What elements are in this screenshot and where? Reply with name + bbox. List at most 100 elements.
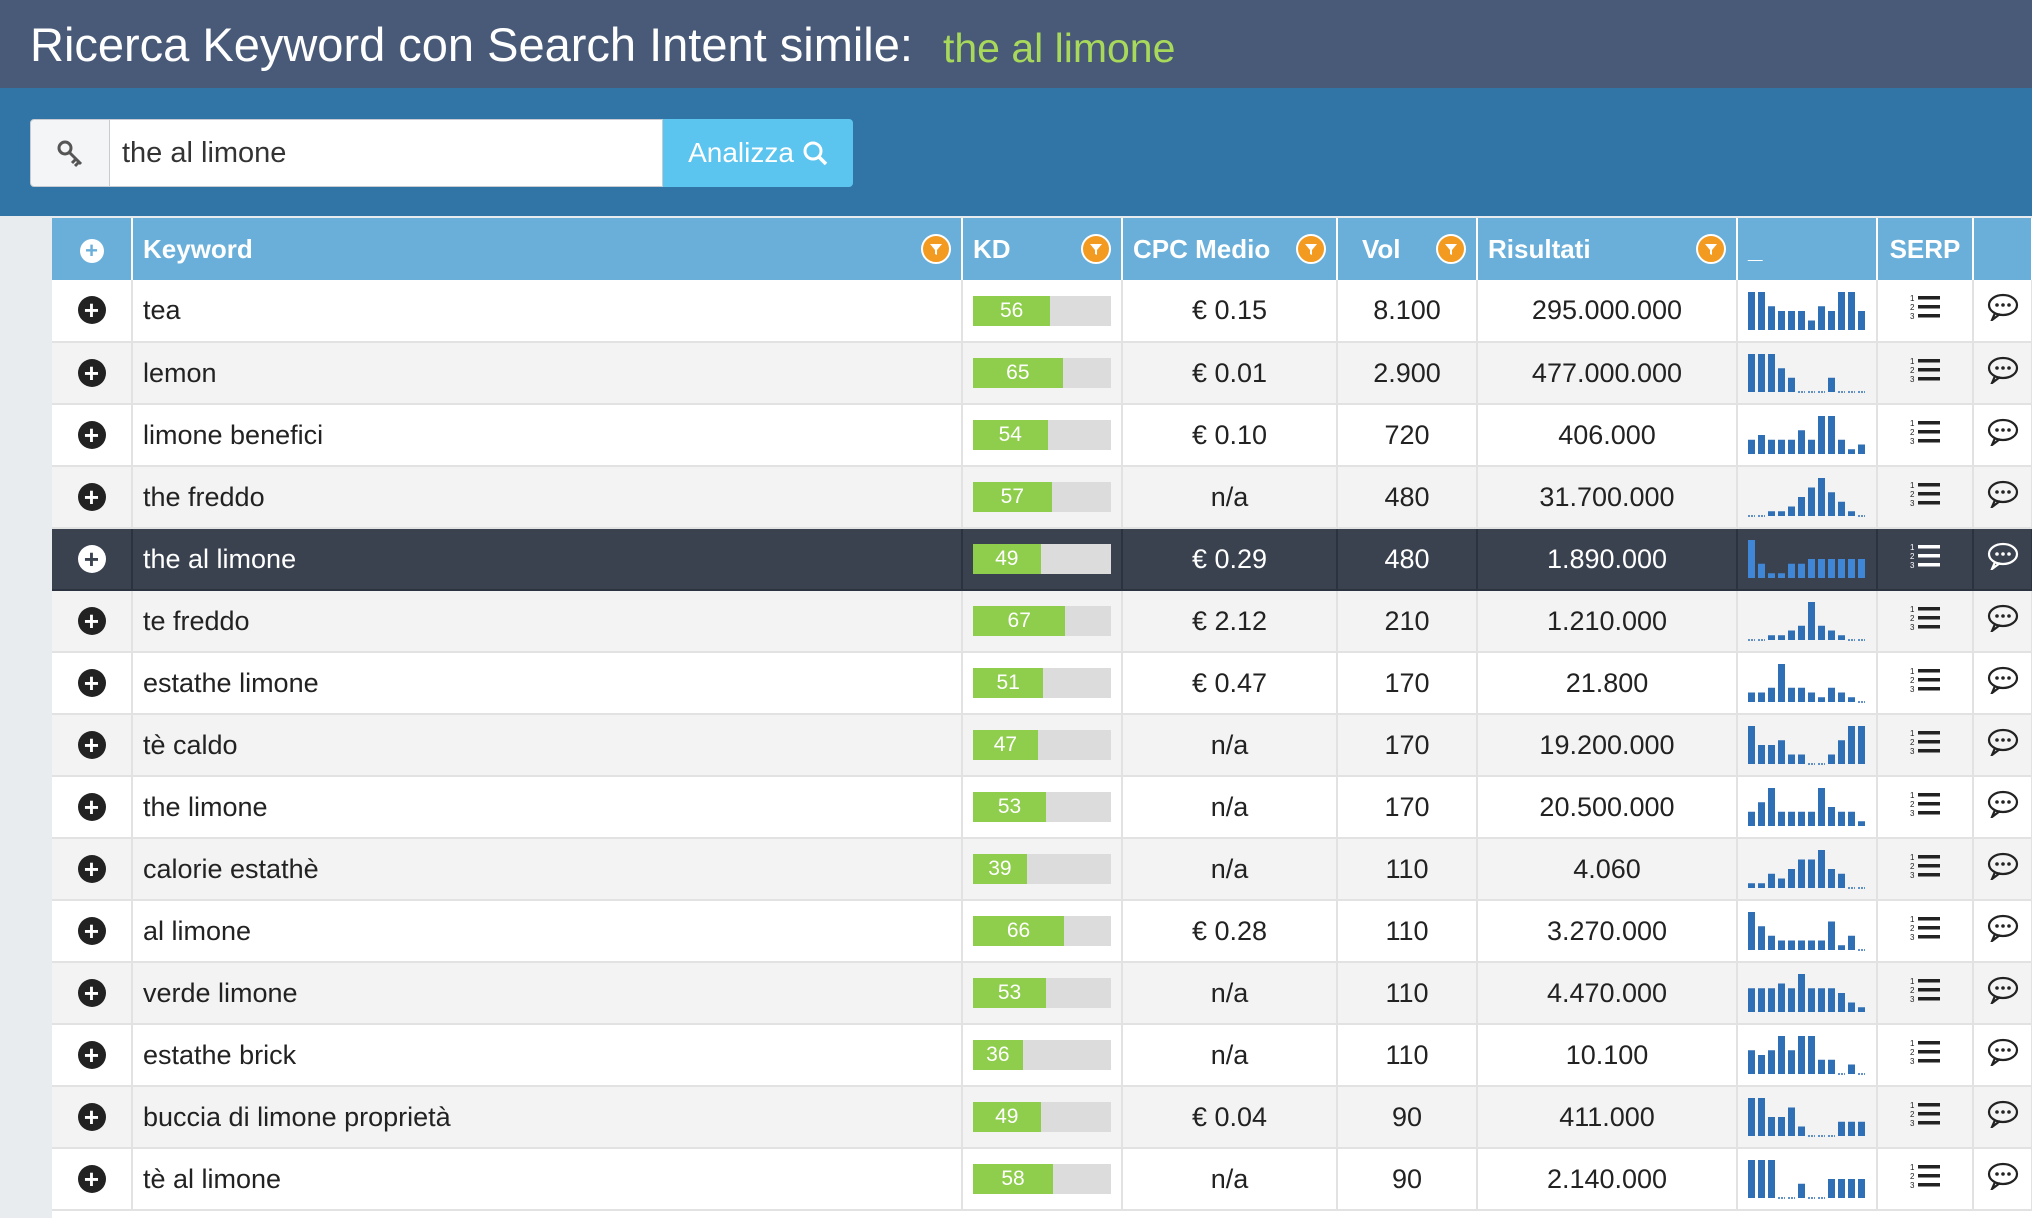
keyword-cell[interactable]: verde limone	[132, 962, 963, 1025]
comment-icon[interactable]	[1987, 666, 2019, 694]
add-keyword-icon[interactable]: +	[77, 854, 106, 883]
serp-list-icon[interactable]: 123	[1909, 665, 1941, 695]
trend-bar	[1808, 692, 1815, 702]
keyword-cell[interactable]: the limone	[132, 776, 963, 839]
serp-list-icon[interactable]: 123	[1909, 1037, 1941, 1067]
filter-icon[interactable]	[921, 234, 951, 264]
table-row[interactable]: + estathe brick 36 n/a 110 10.100 1 2 3	[52, 1024, 2032, 1087]
column-header-vol[interactable]: Vol	[1337, 218, 1478, 280]
trend-bar	[1758, 291, 1765, 330]
table-row[interactable]: + the freddo 57 n/a 480 31.700.000 1 2 3	[52, 466, 2032, 529]
serp-list-icon[interactable]: 123	[1909, 417, 1941, 447]
table-row[interactable]: + the al limone 49 € 0.29 480 1.890.000 1 2 3	[52, 528, 2032, 591]
trend-sparkline	[1748, 1160, 1865, 1199]
add-keyword-icon[interactable]: +	[77, 668, 106, 697]
add-keyword-icon[interactable]: +	[77, 606, 106, 635]
trend-bar	[1858, 726, 1865, 764]
comment-icon[interactable]	[1987, 976, 2019, 1004]
add-all-icon[interactable]: +	[79, 238, 104, 263]
table-row[interactable]: + tè caldo 47 n/a 170 19.200.000 1 2 3	[52, 714, 2032, 777]
keyword-cell[interactable]: lemon	[132, 342, 963, 405]
comment-icon[interactable]	[1987, 293, 2019, 321]
keyword-cell[interactable]: tè al limone	[132, 1148, 963, 1211]
keyword-cell[interactable]: al limone	[132, 900, 963, 963]
comment-icon[interactable]	[1987, 1038, 2019, 1066]
serp-list-icon[interactable]: 123	[1909, 975, 1941, 1005]
comment-icon[interactable]	[1987, 480, 2019, 508]
add-keyword-icon[interactable]: +	[77, 482, 106, 511]
add-keyword-icon[interactable]: +	[77, 792, 106, 821]
keyword-cell[interactable]: estathe brick	[132, 1024, 963, 1087]
serp-list-icon[interactable]: 123	[1909, 355, 1941, 385]
serp-list-icon[interactable]: 123	[1909, 479, 1941, 509]
column-header-keyword[interactable]: Keyword	[132, 218, 963, 280]
keyword-cell[interactable]: tea	[132, 280, 963, 343]
serp-list-icon[interactable]: 123	[1909, 727, 1941, 757]
keyword-cell[interactable]: limone benefici	[132, 404, 963, 467]
comment-icon[interactable]	[1987, 418, 2019, 446]
add-keyword-icon[interactable]: +	[77, 296, 106, 324]
keyword-cell[interactable]: the freddo	[132, 466, 963, 529]
add-keyword-icon[interactable]: +	[77, 978, 106, 1007]
table-row[interactable]: + tè al limone 58 n/a 90 2.140.000 1 2 3	[52, 1148, 2032, 1211]
add-keyword-icon[interactable]: +	[77, 916, 106, 945]
add-keyword-icon[interactable]: +	[77, 544, 106, 573]
keyword-cell[interactable]: calorie estathè	[132, 838, 963, 901]
keyword-cell[interactable]: the al limone	[132, 528, 963, 591]
serp-list-icon[interactable]: 123	[1909, 851, 1941, 881]
keyword-cell[interactable]: te freddo	[132, 590, 963, 653]
table-row[interactable]: + estathe limone 51 € 0.47 170 21.800 1 2 3	[52, 652, 2032, 715]
serp-list-icon[interactable]: 123	[1909, 541, 1941, 571]
add-all-header[interactable]: +	[52, 218, 133, 280]
search-input[interactable]	[110, 119, 663, 187]
comment-icon[interactable]	[1987, 790, 2019, 818]
keyword-cell[interactable]: tè caldo	[132, 714, 963, 777]
add-keyword-icon[interactable]: +	[77, 730, 106, 759]
analyze-button[interactable]: Analizza	[663, 119, 853, 187]
serp-list-icon[interactable]: 123	[1909, 603, 1941, 633]
add-keyword-icon[interactable]: +	[77, 1102, 106, 1131]
add-keyword-icon[interactable]: +	[77, 358, 106, 387]
comment-icon[interactable]	[1987, 542, 2019, 570]
key-icon[interactable]	[30, 119, 110, 187]
filter-icon[interactable]	[1296, 234, 1326, 264]
filter-icon[interactable]	[1436, 234, 1466, 264]
serp-list-icon[interactable]: 123	[1909, 1099, 1941, 1129]
comment-icon[interactable]	[1987, 914, 2019, 942]
kd-bar: 67	[973, 606, 1111, 636]
table-row[interactable]: + buccia di limone proprietà 49 € 0.04 90 411…	[52, 1086, 2032, 1149]
column-header-results[interactable]: Risultati	[1477, 218, 1738, 280]
table-row[interactable]: + calorie estathè 39 n/a 110 4.060 1 2 3	[52, 838, 2032, 901]
comment-icon[interactable]	[1987, 356, 2019, 384]
filter-icon[interactable]	[1081, 234, 1111, 264]
svg-text:3: 3	[1910, 995, 1915, 1004]
serp-list-icon[interactable]: 123	[1909, 1161, 1941, 1191]
serp-list-icon[interactable]: 123	[1909, 913, 1941, 943]
table-row[interactable]: + limone benefici 54 € 0.10 720 406.000 1 2 3	[52, 404, 2032, 467]
serp-cell: 123	[1877, 1086, 1974, 1149]
table-row[interactable]: + al limone 66 € 0.28 110 3.270.000 1 2 3	[52, 900, 2032, 963]
add-keyword-icon[interactable]: +	[77, 420, 106, 449]
trend-bar	[1798, 563, 1805, 578]
comment-icon[interactable]	[1987, 604, 2019, 632]
trend-bar	[1798, 430, 1805, 454]
column-label-kd: KD	[973, 233, 1011, 264]
filter-icon[interactable]	[1696, 234, 1726, 264]
add-keyword-icon[interactable]: +	[77, 1164, 106, 1193]
column-header-kd[interactable]: KD	[962, 218, 1123, 280]
keyword-cell[interactable]: buccia di limone proprietà	[132, 1086, 963, 1149]
table-row[interactable]: + tea 56 € 0.15 8.100 295.000.000 1 2 3	[52, 280, 2032, 343]
add-keyword-icon[interactable]: +	[77, 1040, 106, 1069]
table-row[interactable]: + lemon 65 € 0.01 2.900 477.000.000 1 2 3	[52, 342, 2032, 405]
table-row[interactable]: + verde limone 53 n/a 110 4.470.000 1 2 3	[52, 962, 2032, 1025]
comment-icon[interactable]	[1987, 728, 2019, 756]
comment-icon[interactable]	[1987, 1100, 2019, 1128]
column-header-cpc[interactable]: CPC Medio	[1122, 218, 1338, 280]
comment-icon[interactable]	[1987, 1162, 2019, 1190]
keyword-cell[interactable]: estathe limone	[132, 652, 963, 715]
serp-list-icon[interactable]: 123	[1909, 789, 1941, 819]
serp-list-icon[interactable]: 123	[1909, 292, 1941, 322]
table-row[interactable]: + te freddo 67 € 2.12 210 1.210.000 1 2 3	[52, 590, 2032, 653]
comment-icon[interactable]	[1987, 852, 2019, 880]
table-row[interactable]: + the limone 53 n/a 170 20.500.000 1 2 3	[52, 776, 2032, 839]
